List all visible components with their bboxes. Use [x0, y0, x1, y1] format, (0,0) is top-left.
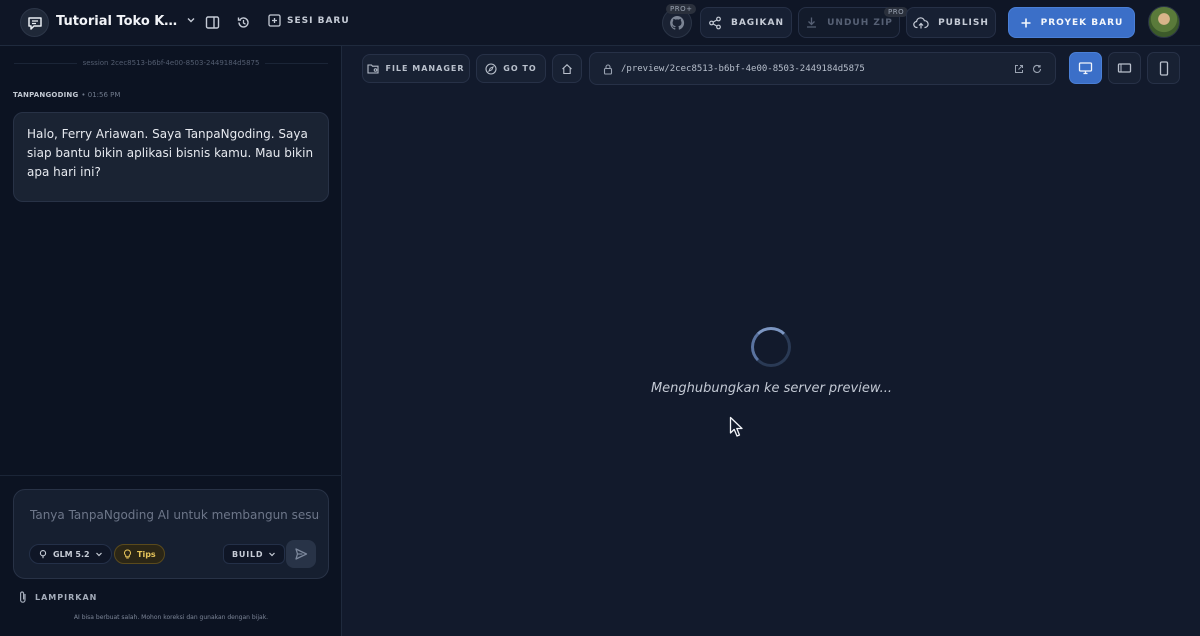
- tablet-view-button[interactable]: [1108, 52, 1141, 84]
- new-project-button[interactable]: PROYEK BARU: [1008, 7, 1135, 38]
- model-name: GLM 5.2: [53, 549, 90, 559]
- model-selector[interactable]: GLM 5.2: [29, 544, 112, 564]
- history-button[interactable]: [234, 13, 252, 31]
- desktop-view-button[interactable]: [1069, 52, 1102, 84]
- plus-square-icon: [268, 14, 281, 27]
- preview-panel: FILE MANAGER GO TO /preview/2cec8513-b6b…: [343, 46, 1200, 636]
- session-divider: session 2cec8513-b6bf-4e00-8503-2449184d…: [14, 58, 328, 68]
- lock-icon: [603, 64, 613, 75]
- assistant-message: Halo, Ferry Ariawan. Saya TanpaNgoding. …: [13, 112, 329, 202]
- share-label: BAGIKAN: [730, 17, 785, 28]
- home-button[interactable]: [552, 54, 582, 83]
- file-manager-button[interactable]: FILE MANAGER: [362, 54, 470, 83]
- new-project-label: PROYEK BARU: [1040, 17, 1124, 28]
- new-session-label: SESI BARU: [287, 15, 350, 26]
- url-bar[interactable]: /preview/2cec8513-b6bf-4e00-8503-2449184…: [589, 52, 1056, 85]
- goto-label: GO TO: [503, 64, 537, 73]
- chat-input[interactable]: [30, 504, 320, 526]
- user-avatar[interactable]: [1148, 6, 1180, 38]
- rocket-icon: [39, 550, 47, 559]
- mouse-cursor-icon: [729, 416, 743, 437]
- mode-label: BUILD: [232, 549, 264, 559]
- tips-button[interactable]: Tips: [114, 544, 165, 564]
- message-time: • 01:56 PM: [81, 91, 121, 99]
- chevron-down-icon: [95, 552, 102, 557]
- chevron-down-icon[interactable]: [186, 15, 196, 25]
- mode-selector[interactable]: BUILD: [223, 544, 286, 564]
- app-logo[interactable]: [20, 8, 49, 37]
- sidebar-panel-icon: [205, 15, 219, 29]
- mobile-icon: [1159, 60, 1168, 76]
- message-sender: TANPANGODING: [13, 91, 79, 99]
- send-icon: [295, 548, 308, 560]
- cloud-upload-icon: [913, 16, 929, 28]
- mobile-view-button[interactable]: [1147, 52, 1180, 84]
- desktop-icon: [1078, 62, 1093, 75]
- compass-icon: [485, 62, 497, 75]
- refresh-icon[interactable]: [1032, 64, 1042, 74]
- download-icon: [807, 17, 817, 28]
- chevron-down-icon: [269, 552, 276, 557]
- tablet-landscape-icon: [1117, 63, 1132, 73]
- history-icon: [237, 16, 249, 28]
- file-manager-label: FILE MANAGER: [385, 64, 465, 73]
- new-session-button[interactable]: SESI BARU: [268, 14, 350, 27]
- project-title[interactable]: Tutorial Toko Kue Online: [56, 14, 184, 29]
- publish-button[interactable]: PUBLISH: [906, 7, 996, 38]
- session-id: session 2cec8513-b6bf-4e00-8503-2449184d…: [82, 59, 260, 67]
- external-link-icon[interactable]: [1014, 64, 1024, 74]
- composer-divider: [0, 475, 342, 476]
- download-pro-badge: PRO: [884, 7, 909, 17]
- send-button[interactable]: [286, 540, 316, 568]
- publish-label: PUBLISH: [938, 17, 989, 28]
- lightbulb-icon: [124, 549, 131, 559]
- attach-button[interactable]: LAMPIRKAN: [18, 590, 97, 604]
- loading-message: Menghubungkan ke server preview...: [650, 381, 893, 396]
- loading-spinner: [751, 327, 791, 367]
- tips-label: Tips: [137, 549, 156, 559]
- preview-url: /preview/2cec8513-b6bf-4e00-8503-2449184…: [621, 64, 865, 74]
- folder-icon: [367, 64, 380, 74]
- paperclip-icon: [20, 591, 26, 603]
- chat-composer: GLM 5.2 Tips BUILD: [13, 489, 329, 579]
- github-pro-badge: PRO+: [666, 4, 697, 14]
- message-meta: TANPANGODING • 01:56 PM: [13, 91, 120, 99]
- github-icon: [670, 15, 685, 30]
- share-icon: [709, 16, 721, 29]
- download-zip-label: UNDUH ZIP: [827, 17, 893, 28]
- chat-bubble-logo-icon: [27, 16, 42, 30]
- goto-button[interactable]: GO TO: [476, 54, 546, 83]
- chat-panel: session 2cec8513-b6bf-4e00-8503-2449184d…: [0, 46, 342, 636]
- attach-label: LAMPIRKAN: [35, 592, 98, 602]
- plus-icon: [1021, 18, 1031, 27]
- share-button[interactable]: BAGIKAN: [700, 7, 792, 38]
- home-icon: [562, 63, 572, 74]
- toggle-sidebar-button[interactable]: [203, 13, 221, 31]
- top-bar: Tutorial Toko Kue Online SESI BARU PRO+: [0, 0, 1200, 46]
- ai-disclaimer: AI bisa berbuat salah. Mohon koreksi dan…: [73, 614, 269, 621]
